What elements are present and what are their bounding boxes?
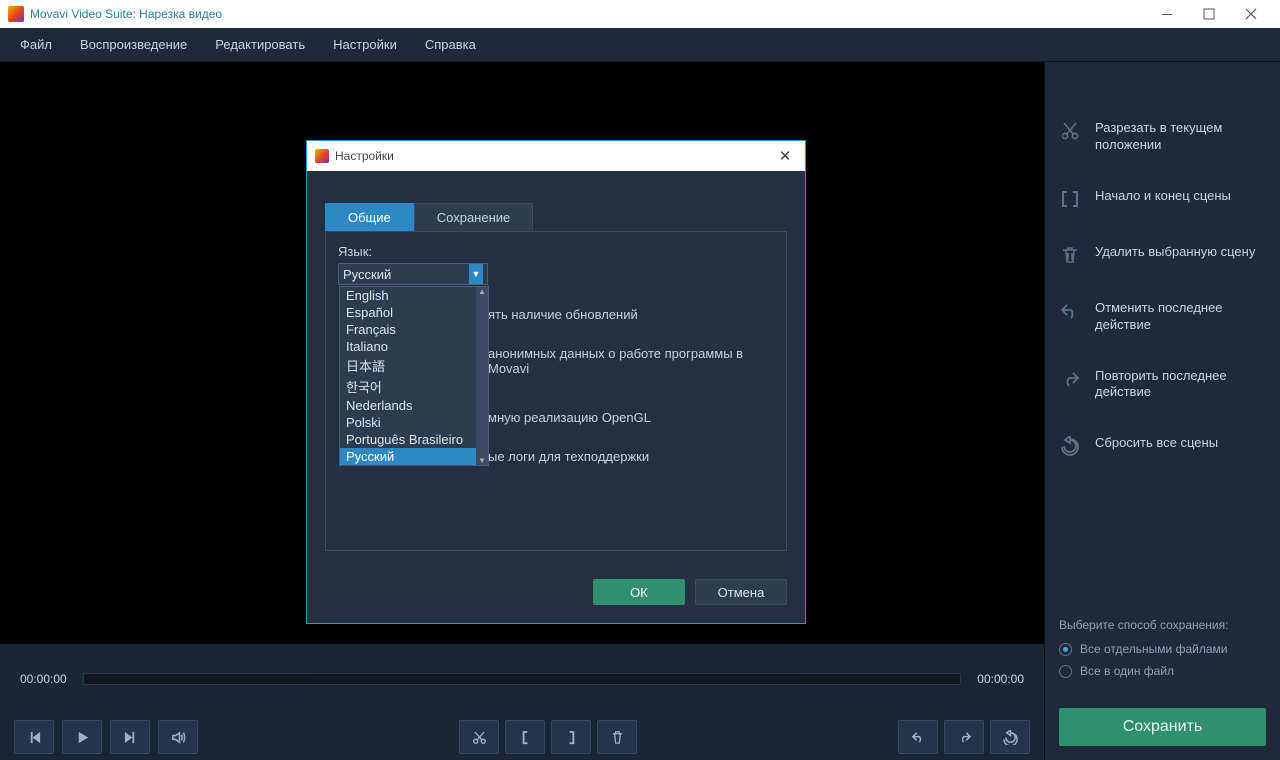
redo-icon — [1059, 368, 1081, 390]
sidebar-item-label: Сбросить все сцены — [1095, 435, 1218, 452]
time-start: 00:00:00 — [20, 672, 67, 686]
next-button[interactable] — [110, 720, 150, 754]
ok-button[interactable]: ОК — [593, 579, 685, 605]
sidebar-item-label: Отменить последнее действие — [1095, 300, 1266, 334]
sidebar-item-cut[interactable]: Разрезать в текущем положении — [1045, 110, 1280, 178]
language-dropdown[interactable]: Русский ▼ English Español Français Itali… — [338, 263, 488, 285]
timeline-track[interactable] — [83, 673, 962, 685]
controls — [0, 714, 1044, 760]
chk-opengl: мную реализацию OpenGL — [488, 410, 774, 425]
app-icon — [315, 149, 329, 163]
radio-icon — [1059, 643, 1072, 656]
save-options: Выберите способ сохранения: Все отдельны… — [1045, 606, 1280, 698]
menu-file[interactable]: Файл — [6, 31, 66, 58]
time-end: 00:00:00 — [977, 672, 1024, 686]
sidebar-item-brackets[interactable]: Начало и конец сцены — [1045, 178, 1280, 234]
titlebar-text: Movavi Video Suite: Нарезка видео — [30, 7, 222, 21]
sidebar-item-redo[interactable]: Повторить последнее действие — [1045, 358, 1280, 426]
window-close-button[interactable] — [1230, 0, 1272, 28]
sidebar-item-label: Удалить выбранную сцену — [1095, 244, 1255, 261]
titlebar: Movavi Video Suite: Нарезка видео — [0, 0, 1280, 28]
lang-option[interactable]: Nederlands — [340, 397, 488, 414]
sidebar-item-label: Начало и конец сцены — [1095, 188, 1231, 205]
undo-icon[interactable] — [898, 720, 938, 754]
window-maximize-button[interactable] — [1188, 0, 1230, 28]
menu-playback[interactable]: Воспроизведение — [66, 31, 201, 58]
sidebar-item-label: Разрезать в текущем положении — [1095, 120, 1266, 154]
lang-option[interactable]: Français — [340, 321, 488, 338]
app-icon — [8, 6, 24, 22]
cancel-button[interactable]: Отмена — [695, 579, 787, 605]
dialog-close-button[interactable]: ✕ — [773, 144, 797, 168]
menubar: Файл Воспроизведение Редактировать Настр… — [0, 28, 1280, 62]
dialog-title: Настройки — [335, 149, 394, 163]
reset-icon[interactable] — [990, 720, 1030, 754]
bracket-start-icon[interactable] — [505, 720, 545, 754]
play-button[interactable] — [62, 720, 102, 754]
reset-icon — [1059, 435, 1081, 457]
timeline: 00:00:00 00:00:00 — [0, 644, 1044, 714]
tab-general[interactable]: Общие — [325, 203, 414, 231]
save-option-separate[interactable]: Все отдельными файлами — [1059, 642, 1266, 656]
scissors-icon — [1059, 120, 1081, 142]
chk-anonymous: анонимных данных о работе программы в Mo… — [488, 346, 774, 376]
bracket-end-icon[interactable] — [551, 720, 591, 754]
volume-button[interactable] — [158, 720, 198, 754]
undo-icon — [1059, 300, 1081, 322]
settings-dialog: Настройки ✕ Общие Сохранение Язык: Русск… — [306, 140, 806, 624]
radio-icon — [1059, 665, 1072, 678]
chk-updates: ять наличие обновлений — [488, 307, 774, 322]
lang-option[interactable]: Português Brasileiro — [340, 431, 488, 448]
sidebar-item-delete[interactable]: Удалить выбранную сцену — [1045, 234, 1280, 290]
lang-option[interactable]: 한국어 — [340, 376, 488, 397]
sidebar: Разрезать в текущем положении Начало и к… — [1044, 62, 1280, 760]
sidebar-item-reset[interactable]: Сбросить все сцены — [1045, 425, 1280, 481]
language-label: Язык: — [338, 244, 774, 259]
scrollbar[interactable]: ▲▼ — [476, 287, 488, 465]
menu-help[interactable]: Справка — [411, 31, 490, 58]
trash-icon[interactable] — [597, 720, 637, 754]
dialog-titlebar: Настройки ✕ — [307, 141, 805, 171]
lang-option[interactable]: Español — [340, 304, 488, 321]
language-listbox: English Español Français Italiano 日本語 한국… — [339, 286, 489, 466]
tab-saving[interactable]: Сохранение — [414, 203, 534, 231]
chk-logs: ые логи для техподдержки — [488, 449, 774, 464]
sidebar-item-undo[interactable]: Отменить последнее действие — [1045, 290, 1280, 358]
menu-settings[interactable]: Настройки — [319, 31, 411, 58]
chevron-down-icon: ▼ — [469, 264, 483, 284]
lang-option[interactable]: 日本語 — [340, 355, 488, 376]
sidebar-item-label: Повторить последнее действие — [1095, 368, 1266, 402]
lang-option[interactable]: Русский — [340, 448, 488, 465]
cut-icon[interactable] — [459, 720, 499, 754]
menu-edit[interactable]: Редактировать — [201, 31, 319, 58]
brackets-icon — [1059, 188, 1081, 210]
language-selected: Русский — [343, 267, 391, 282]
lang-option[interactable]: Italiano — [340, 338, 488, 355]
lang-option[interactable]: English — [340, 287, 488, 304]
redo-icon[interactable] — [944, 720, 984, 754]
save-header: Выберите способ сохранения: — [1059, 618, 1266, 632]
save-option-single[interactable]: Все в один файл — [1059, 664, 1266, 678]
lang-option[interactable]: Polski — [340, 414, 488, 431]
save-button[interactable]: Сохранить — [1059, 708, 1266, 746]
prev-button[interactable] — [14, 720, 54, 754]
dialog-tabs: Общие Сохранение — [325, 203, 787, 231]
window-minimize-button[interactable] — [1146, 0, 1188, 28]
trash-icon — [1059, 244, 1081, 266]
